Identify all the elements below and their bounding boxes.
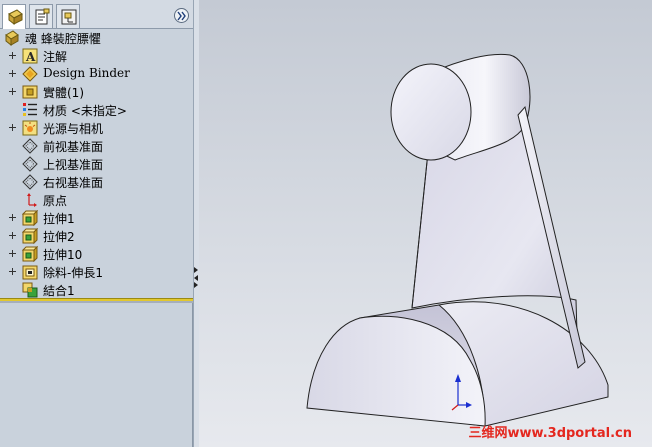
3d-model[interactable] (199, 0, 652, 447)
tree-item-origin[interactable]: 原点 (0, 191, 193, 209)
expand-plus-icon[interactable] (8, 51, 17, 60)
feature-manager-panel: 魂 蜂裝腔膘懼 A 注解 Design Binder 實體(1) 材质 <未指定… (0, 0, 193, 447)
tree-item-label: 右视基准面 (43, 176, 104, 190)
plane-icon (22, 138, 38, 154)
expand-panel-button[interactable] (174, 8, 189, 23)
plane-icon (22, 156, 38, 172)
tree-item-label: 注解 (43, 50, 68, 64)
tree-item-top-plane[interactable]: 上视基准面 (0, 155, 193, 173)
solid-bodies-icon (22, 85, 38, 99)
feature-tree: 魂 蜂裝腔膘懼 A 注解 Design Binder 實體(1) 材质 <未指定… (0, 29, 193, 299)
annotations-icon: A (22, 48, 38, 64)
expand-plus-icon[interactable] (8, 69, 17, 78)
tree-item-extrude10[interactable]: 拉伸10 (0, 245, 193, 263)
tab-configuration-manager[interactable] (56, 4, 80, 28)
tree-item-annotations[interactable]: A 注解 (0, 47, 193, 65)
svg-text:A: A (25, 50, 36, 64)
tree-item-lights-cameras[interactable]: 光源与相机 (0, 119, 193, 137)
expand-plus-icon[interactable] (8, 231, 17, 240)
double-chevron-right-icon (177, 11, 186, 21)
feature-tree-icon (8, 9, 23, 26)
tree-item-label: 拉伸1 (43, 212, 75, 226)
tree-item-front-plane[interactable]: 前视基准面 (0, 137, 193, 155)
tree-item-label: 前视基准面 (43, 140, 104, 154)
tree-item-right-plane[interactable]: 右视基准面 (0, 173, 193, 191)
tab-property-manager[interactable] (29, 4, 53, 28)
tree-item-material[interactable]: 材质 <未指定> (0, 101, 193, 119)
tree-item-label: 上视基准面 (43, 158, 104, 172)
tree-item-extrude1[interactable]: 拉伸1 (0, 209, 193, 227)
watermark: 三维网www.3dportal.cn (468, 426, 632, 441)
origin-icon (27, 193, 37, 207)
material-icon (23, 103, 37, 116)
graphics-viewport[interactable]: 三维网www.3dportal.cn (199, 0, 652, 447)
tree-root-label: 魂 蜂裝腔膘懼 (25, 32, 101, 46)
design-binder-icon (22, 66, 38, 82)
tree-item-label: 光源与相机 (43, 122, 104, 136)
tree-item-label: 除料-伸長1 (43, 266, 103, 280)
tree-item-extrude2[interactable]: 拉伸2 (0, 227, 193, 245)
cylinder-end-cap (390, 63, 472, 161)
expand-plus-icon[interactable] (8, 249, 17, 258)
plane-icon (22, 174, 38, 190)
rollback-bar-shadow (0, 301, 193, 303)
property-manager-icon (35, 8, 50, 25)
lights-cameras-icon (22, 120, 38, 136)
configuration-manager-icon (61, 9, 77, 25)
expand-plus-icon[interactable] (8, 213, 17, 222)
tree-item-label: 原点 (43, 194, 68, 208)
expand-plus-icon[interactable] (8, 87, 17, 96)
tab-feature-manager[interactable] (2, 4, 26, 29)
tree-item-label: Design Binder (43, 66, 130, 80)
tree-item-design-binder[interactable]: Design Binder (0, 65, 193, 83)
part-icon (5, 30, 19, 46)
expand-plus-icon[interactable] (8, 267, 17, 276)
tree-item-label: 結合1 (43, 284, 75, 298)
manager-tabs (0, 0, 193, 29)
expand-plus-icon[interactable] (8, 123, 17, 132)
cut-extrude-icon (22, 265, 38, 280)
extrude-icon (22, 210, 38, 226)
tree-root-part[interactable]: 魂 蜂裝腔膘懼 (0, 29, 193, 47)
extrude-icon (22, 246, 38, 262)
splitter-grip-icon[interactable] (194, 266, 198, 288)
tree-item-label: 實體(1) (43, 86, 84, 100)
extrude-icon (22, 228, 38, 244)
tree-item-cut-extrude1[interactable]: 除料-伸長1 (0, 263, 193, 281)
tree-item-label: 拉伸2 (43, 230, 75, 244)
tree-item-label: 材质 <未指定> (43, 104, 127, 118)
combine-icon (22, 282, 38, 298)
tree-item-solid-bodies[interactable]: 實體(1) (0, 83, 193, 101)
tree-item-combine1[interactable]: 結合1 (0, 281, 193, 299)
tree-item-label: 拉伸10 (43, 248, 83, 262)
